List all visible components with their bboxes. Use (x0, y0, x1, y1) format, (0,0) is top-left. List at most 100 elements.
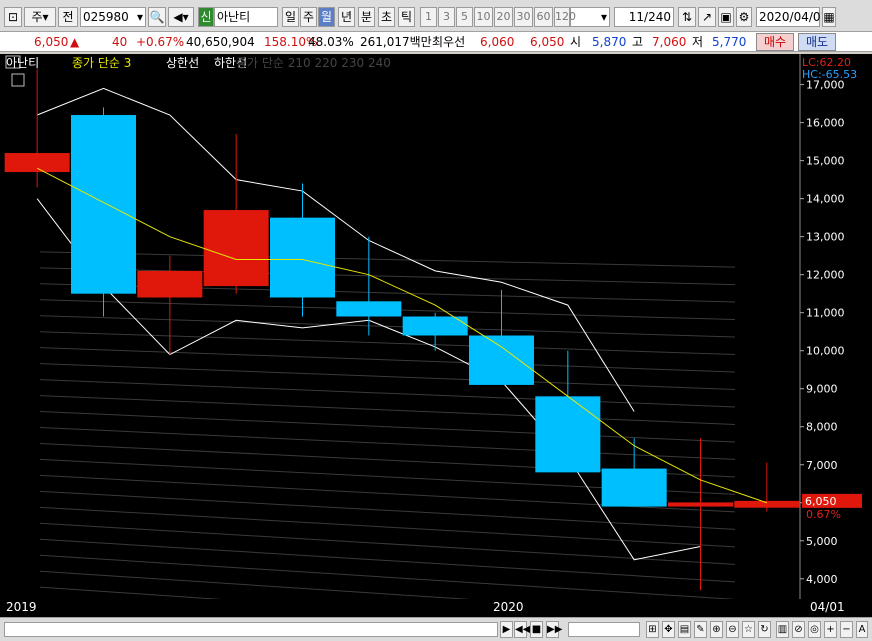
reset-icon[interactable]: ◎ (808, 621, 821, 638)
period-tab[interactable]: 일 (282, 7, 299, 27)
high-price: 7,060 (652, 35, 687, 49)
pen-icon[interactable]: ✎ (694, 621, 707, 638)
chart-type-icon[interactable]: ▥ (776, 621, 789, 638)
candle-body (734, 500, 800, 508)
font-size-icon[interactable]: A (856, 621, 868, 638)
candle-body (468, 335, 535, 385)
stop-icon[interactable]: ■ (530, 621, 543, 638)
interval-button[interactable]: 10 (474, 7, 493, 27)
x-label-current: 04/01 (810, 600, 845, 614)
price-change-pct: +0.67% (136, 35, 185, 49)
best-label: 최우선 (432, 35, 466, 49)
y-tick-label: 14,000 (806, 193, 845, 206)
interval-button[interactable]: 120 (554, 7, 576, 27)
scroll-track[interactable] (4, 622, 498, 637)
candle-body (137, 270, 203, 298)
period-tab[interactable]: 분 (358, 7, 375, 27)
y-tick-label: 9,000 (806, 383, 838, 396)
y-tick-label: 10,000 (806, 345, 845, 358)
bottom-toolbar: ▶ ◀◀ ■ ▶▶ ⊞ ✥ ▤ ✎ ⊕ ⊖ ☆ ↻ ▥ ⊘ ◎ + − A (0, 617, 872, 641)
y-tick-label: 13,000 (806, 231, 845, 244)
y-tick-label: 12,000 (806, 269, 845, 282)
legend-name: 아난티 (6, 56, 39, 70)
price-chart[interactable]: 아난티 종가 단순 3 상한선 하한선 종가 단순 210 220 230 24… (0, 54, 872, 635)
candle-body (601, 468, 667, 507)
chevron-down-icon[interactable]: ▾ (137, 8, 143, 26)
sell-button[interactable]: 매도 (798, 33, 836, 51)
high-label: 고 (632, 35, 644, 49)
zoom-out-icon[interactable]: ⊖ (726, 621, 739, 638)
x-label-2019: 2019 (6, 600, 37, 614)
zoom-in-icon[interactable]: ⊕ (710, 621, 723, 638)
interval-button[interactable]: 60 (534, 7, 553, 27)
up-triangle-icon: ▲ (70, 35, 80, 49)
quote-bar: 6,050 ▲ 40 +0.67% 40,650,904 158.10% 48.… (0, 32, 872, 52)
market-button[interactable]: 전 (58, 7, 78, 27)
refresh-icon[interactable]: ↻ (758, 621, 771, 638)
star-icon[interactable]: ☆ (742, 621, 755, 638)
y-tick-label: 15,000 (806, 155, 845, 168)
rewind-icon[interactable]: ◀◀ (514, 621, 530, 638)
current-price: 6,050 (34, 35, 69, 49)
legend-extra: 종가 단순 210 220 230 240 (236, 56, 391, 70)
period-tab[interactable]: 초 (378, 7, 395, 27)
candle-body (667, 502, 734, 507)
current-pct-label: 0.67% (806, 508, 841, 521)
period-tab[interactable]: 월 (318, 7, 335, 27)
drawing-icon[interactable]: ↗ (698, 7, 716, 27)
buy-button[interactable]: 매수 (756, 33, 794, 51)
tool-icon[interactable]: ⊞ (646, 621, 659, 638)
zoom-slider[interactable] (568, 622, 640, 637)
period-tab[interactable]: 주 (300, 7, 317, 27)
y-tick-label: 8,000 (806, 421, 838, 434)
count-display[interactable]: 11/240 (614, 7, 674, 27)
plus-icon[interactable]: + (824, 621, 837, 638)
x-label-2020: 2020 (493, 600, 524, 614)
date-input[interactable]: 2020/04/01 (756, 7, 828, 27)
period-tab[interactable]: 틱 (398, 7, 415, 27)
legend-upper: 상한선 (166, 56, 199, 70)
best-ask: 6,060 (480, 35, 515, 49)
interval-button[interactable]: 1 (420, 7, 437, 27)
print-icon[interactable]: ▤ (678, 621, 691, 638)
chevron-down-icon: ▾ (600, 10, 607, 24)
scroll-right-icon[interactable]: ▶ (500, 621, 513, 638)
legend-ma: 종가 단순 3 (72, 56, 131, 70)
period-tab[interactable]: 년 (338, 7, 355, 27)
y-tick-label: 4,000 (806, 573, 838, 586)
candle-body (269, 217, 336, 298)
x-axis: 2019 2020 04/01 (0, 599, 872, 617)
candle-body (203, 210, 269, 287)
fast-forward-icon[interactable]: ▶▶ (546, 621, 562, 638)
new-badge: 신 (198, 7, 214, 27)
ratio2: 48.03% (308, 35, 354, 49)
y-tick-label: 7,000 (806, 459, 838, 472)
compare-icon[interactable]: ⇅ (678, 7, 696, 27)
y-tick-label: 5,000 (806, 535, 838, 548)
interval-button[interactable]: 20 (494, 7, 513, 27)
unit-select[interactable]: ▾ (570, 7, 610, 27)
y-tick-label: 16,000 (806, 117, 845, 130)
chart-area[interactable]: 아난티 종가 단순 3 상한선 하한선 종가 단순 210 220 230 24… (0, 54, 872, 635)
interval-button[interactable]: 5 (456, 7, 473, 27)
interval-button[interactable]: 30 (514, 7, 533, 27)
minus-icon[interactable]: − (840, 621, 853, 638)
crosshair-icon[interactable]: ✥ (662, 621, 675, 638)
interval-button[interactable]: 3 (438, 7, 455, 27)
open-price: 5,870 (592, 35, 627, 49)
settings-icon[interactable]: ⚙ (736, 7, 752, 27)
candle-body (4, 153, 70, 173)
calendar-icon[interactable]: ▦ (822, 7, 836, 27)
price-change: 40 (112, 35, 128, 49)
lock-icon[interactable]: ⊘ (792, 621, 805, 638)
save-icon[interactable]: ▣ (718, 7, 734, 27)
low-label: 저 (692, 35, 704, 49)
candle-body (70, 115, 137, 294)
speaker-icon[interactable]: ◀▾ (168, 7, 194, 27)
chart-icon[interactable]: ⊡ (4, 7, 22, 27)
y-tick-label: 11,000 (806, 307, 845, 320)
search-icon[interactable]: 🔍 (148, 7, 166, 27)
code-input[interactable]: 025980 ▾ (80, 7, 146, 27)
type-select[interactable]: 주▾ (24, 7, 56, 27)
current-price-label: 6,050 (805, 495, 837, 508)
